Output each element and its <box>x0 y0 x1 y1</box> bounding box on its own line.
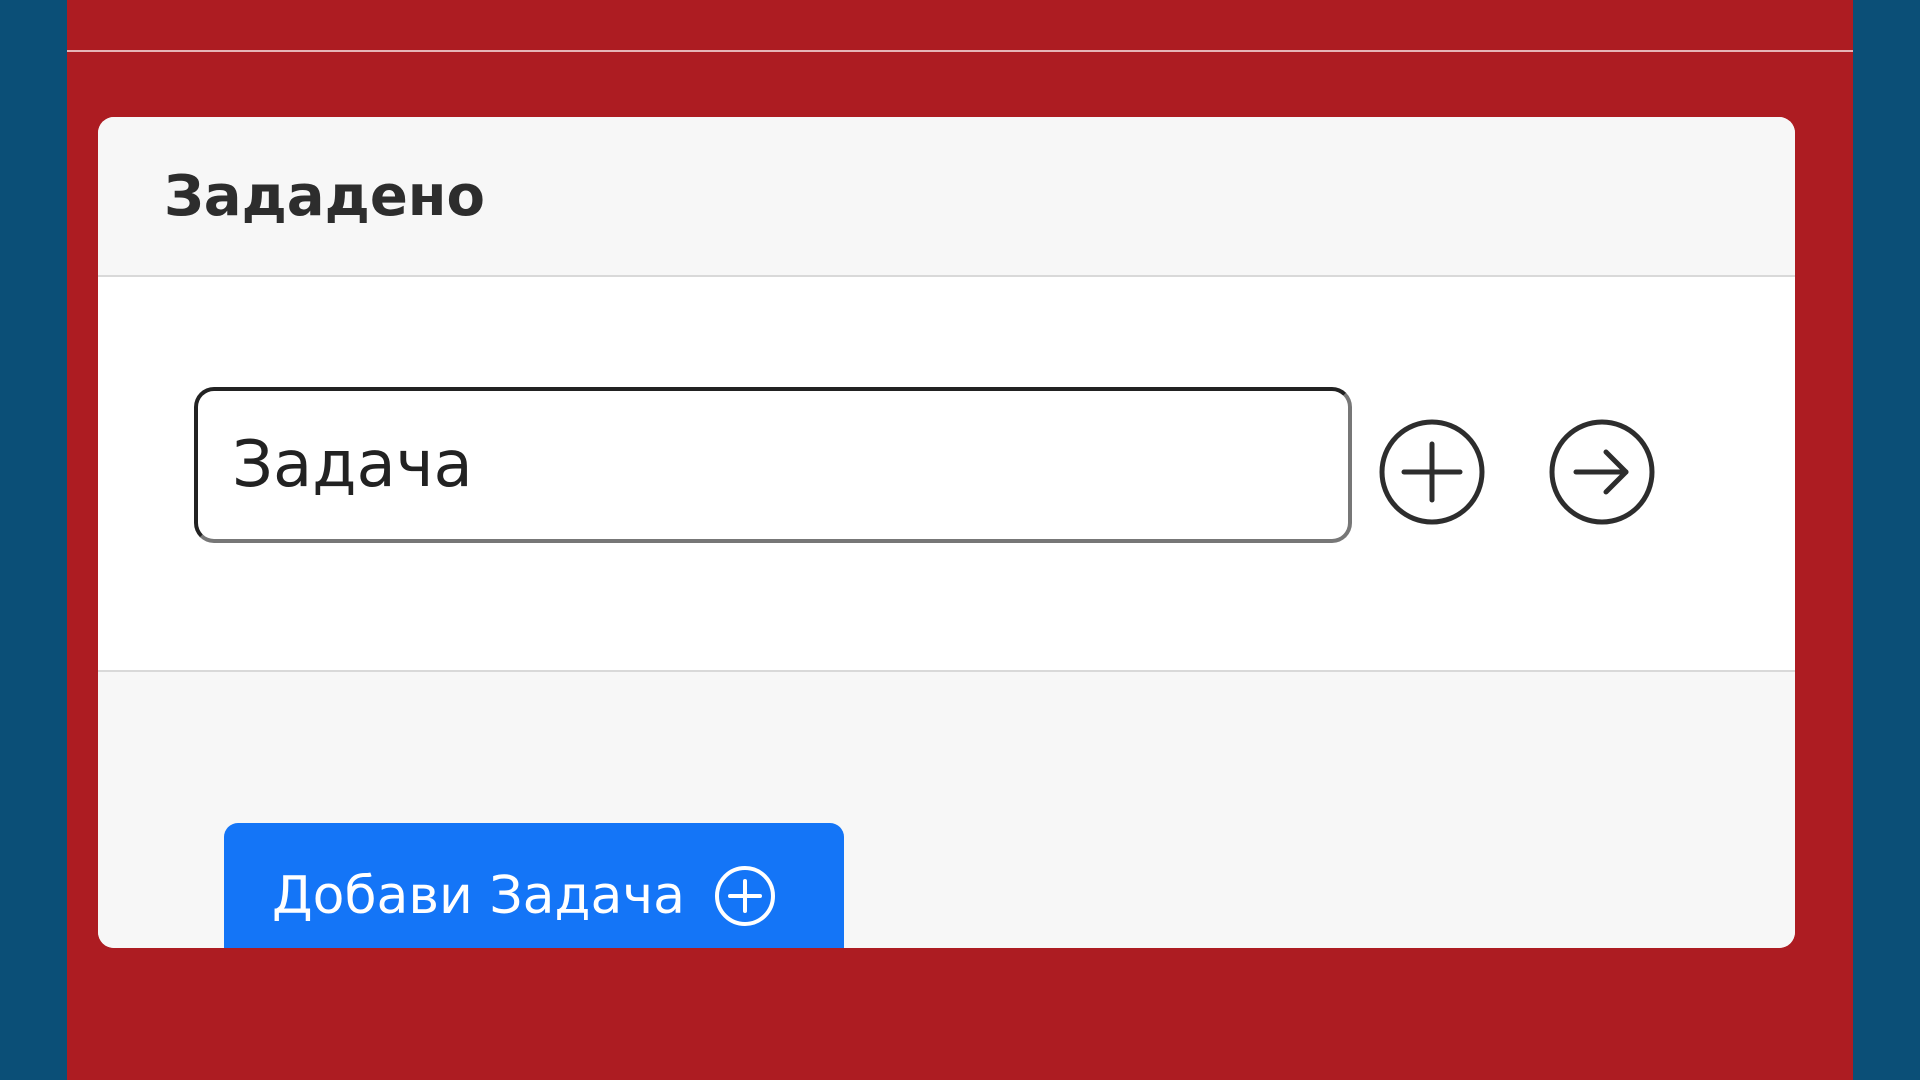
task-input[interactable] <box>194 387 1352 543</box>
card-header: Зададено <box>98 117 1795 277</box>
move-task-button[interactable] <box>1546 416 1658 528</box>
card-footer: Добави Задача <box>98 672 1795 948</box>
card-title: Зададено <box>164 164 485 229</box>
plus-circle-icon <box>1379 419 1485 525</box>
task-list-card: Зададено Добави Задача <box>98 117 1795 948</box>
board-divider <box>67 50 1853 52</box>
arrow-right-circle-icon <box>1549 419 1655 525</box>
add-task-button[interactable]: Добави Задача <box>224 823 844 948</box>
page-side-left <box>0 0 67 1080</box>
plus-circle-icon <box>713 864 777 928</box>
add-subtask-button[interactable] <box>1376 416 1488 528</box>
board-column: Зададено Добави Задача <box>67 0 1853 1080</box>
card-body <box>98 277 1795 672</box>
add-task-label: Добави Задача <box>272 865 685 926</box>
page-side-right <box>1853 0 1920 1080</box>
